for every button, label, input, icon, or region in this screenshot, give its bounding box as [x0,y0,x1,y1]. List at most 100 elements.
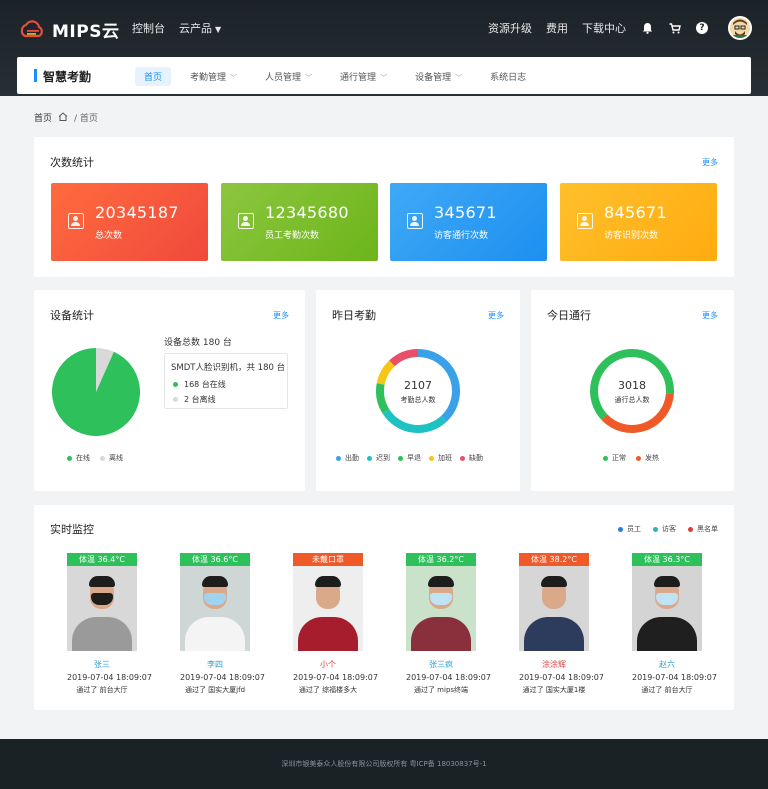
footer-copyright: 深圳市银美泰众人股份有限公司版权所有 粤ICP备 18030837号-1 [281,760,487,768]
tab-personnel-mgmt[interactable]: 人员管理 ﹀ [256,67,321,86]
chevron-down-icon: ﹀ [455,74,463,82]
help-icon[interactable]: ? [696,22,708,34]
nav-billing[interactable]: 费用 [546,20,568,36]
person-time: 2019-07-04 18:09:07 [180,673,265,682]
temperature-tag: 未戴口罩 [293,553,363,566]
legend-employee-label: 员工 [627,525,641,533]
monitor-title: 实时监控 [50,523,94,536]
legend-late: 迟到 [367,453,390,463]
devices-card: 设备统计 更多 设备总数 180 台 SMDT人脸识别机，共 180 台 168… [34,290,305,491]
stat-value: 20345187 [95,203,179,222]
nav-cloud-products[interactable]: 云产品 ▼ [179,20,221,36]
monitor-legend: 员工 访客 黑名单 [618,524,718,534]
person-body [411,617,471,651]
person-body [524,617,584,651]
home-icon[interactable] [58,111,68,124]
person-location: 通过了 国实大厦jfd [184,686,246,694]
monitor-person-card[interactable]: 体温 38.2°C 涂涂辉 2019-07-04 18:09:07 通过了 国实大厦1… [519,553,604,695]
person-body [298,617,358,651]
legend-fever-label: 发热 [645,454,659,462]
legend-normal: 正常 [603,453,626,463]
monitor-person-card[interactable]: 体温 36.3°C 赵六 2019-07-04 18:09:07 通过了 前台大厅 [632,553,717,695]
tab-system-log-label: 系统日志 [490,73,527,83]
devices-offline: 2 台离线 [184,395,216,404]
monitor-person-card[interactable]: 体温 36.2°C 张三疯 2019-07-04 18:09:07 通过了 mips终… [406,553,491,695]
person-hair [654,576,680,587]
breadcrumb: 首页 / 首页 [34,111,98,124]
devices-more-link[interactable]: 更多 [273,310,289,321]
legend-visitor-label: 访客 [662,525,676,533]
stat-card-employee[interactable]: 12345680 员工考勤次数 [221,183,378,261]
monitor-person-card[interactable]: 体温 36.4°C 张三 2019-07-04 18:09:07 通过了 前台大厅 [67,553,152,695]
counts-card: 次数统计 更多 20345187 总次数 12345680 员工考勤次数 345… [34,137,734,277]
person-name: 张三 [94,660,110,669]
person-location: 通过了 综福楼多大 [298,686,358,694]
app-nav: 首页 考勤管理 ﹀ 人员管理 ﹀ 通行管理 ﹀ 设备管理 ﹀ 系统日志 [135,67,545,86]
stat-card-total[interactable]: 20345187 总次数 [51,183,208,261]
legend-offline: 离线 [100,453,123,463]
person-name: 涂涂辉 [542,660,566,669]
top-nav-right: 资源升级 费用 下载中心 ? [488,20,708,36]
legend-absent-label: 缺勤 [469,454,483,462]
tab-home[interactable]: 首页 [135,67,172,86]
legend-online: 在线 [67,453,90,463]
counts-more-link[interactable]: 更多 [702,157,718,168]
breadcrumb-current: / 首页 [74,114,98,124]
monitor-card: 实时监控 员工 访客 黑名单 体温 36.4°C 张三 2019-07-04 18:… [34,505,734,710]
person-location: 通过了 前台大厅 [76,686,128,694]
person-hair [89,576,115,587]
temperature-tag: 体温 36.2°C [406,553,476,566]
legend-online-label: 在线 [76,454,90,462]
bell-icon[interactable] [640,21,654,35]
legend-overtime-label: 加班 [438,454,452,462]
attendance-more-link[interactable]: 更多 [488,310,504,321]
person-photo: 体温 36.6°C [180,553,250,651]
person-name: 张三疯 [429,660,453,669]
legend-fever: 发热 [636,453,659,463]
stat-card-visitor-recog[interactable]: 845671 访客识别次数 [560,183,717,261]
monitor-person-card[interactable]: 未戴口罩 小个 2019-07-04 18:09:07 通过了 综福楼多大 [293,553,378,695]
person-location: 通过了 前台大厅 [641,686,693,694]
traffic-total-label: 通行总人数 [614,396,650,404]
donut-segment-迟到 [382,409,447,433]
devices-info-box: SMDT人脸识别机，共 180 台 168 台在线 2 台离线 [164,353,288,409]
traffic-more-link[interactable]: 更多 [702,310,718,321]
face-mask [430,593,452,605]
tab-attendance-mgmt[interactable]: 考勤管理 ﹀ [181,67,246,86]
tab-system-log[interactable]: 系统日志 [481,67,535,86]
caret-down-icon: ▼ [215,25,222,34]
devices-online-row: 168 台在线 [173,379,226,390]
legend-employee: 员工 [618,524,641,534]
nav-console[interactable]: 控制台 [132,20,165,36]
cart-icon[interactable] [668,21,682,35]
stat-card-visitor-pass[interactable]: 345671 访客通行次数 [390,183,547,261]
attendance-title: 昨日考勤 [332,309,376,322]
face-mask [91,593,113,605]
user-badge-icon [68,213,84,229]
legend-late-label: 迟到 [376,454,390,462]
nav-download-center[interactable]: 下载中心 [582,20,626,36]
devices-online: 168 台在线 [184,380,226,389]
person-name: 李四 [207,660,223,669]
person-photo: 体温 36.3°C [632,553,702,651]
nav-resource-upgrade[interactable]: 资源升级 [488,20,532,36]
app-title: 智慧考勤 [43,70,92,84]
offline-dot [173,397,178,402]
person-time: 2019-07-04 18:09:07 [519,673,604,682]
legend-early-leave-label: 早退 [407,454,421,462]
tab-device-mgmt[interactable]: 设备管理 ﹀ [406,67,471,86]
breadcrumb-root[interactable]: 首页 [34,111,52,124]
person-location: 通过了 国实大厦1楼 [522,686,586,694]
tab-access-mgmt[interactable]: 通行管理 ﹀ [331,67,396,86]
logo-text: MIPS云 [52,22,120,42]
devices-legend: 在线 离线 [67,453,123,463]
person-photo: 体温 38.2°C [519,553,589,651]
devices-box-title: SMDT人脸识别机，共 180 台 [171,363,286,373]
person-hair [541,576,567,587]
logo[interactable]: MIPS云 [18,17,119,42]
monitor-person-card[interactable]: 体温 36.6°C 李四 2019-07-04 18:09:07 通过了 国实大厦jf… [180,553,265,695]
avatar[interactable] [728,16,752,40]
person-name: 小个 [320,660,336,669]
person-photo: 体温 36.4°C [67,553,137,651]
tab-home-label: 首页 [144,73,163,83]
